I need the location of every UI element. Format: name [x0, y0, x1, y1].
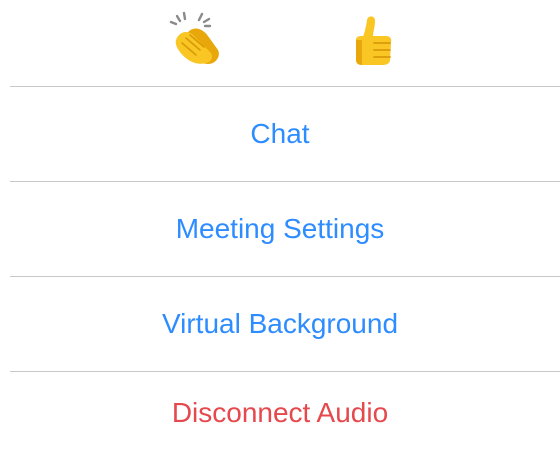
reaction-row [0, 0, 560, 86]
meeting-settings-button[interactable]: Meeting Settings [0, 182, 560, 276]
clapping-hands-icon [169, 11, 219, 64]
virtual-background-button[interactable]: Virtual Background [0, 277, 560, 371]
disconnect-audio-label: Disconnect Audio [171, 397, 389, 428]
clap-reaction-button[interactable] [166, 10, 226, 70]
thumbs-up-icon [356, 16, 392, 65]
more-options-sheet: Chat Meeting Settings Virtual Background… [0, 0, 560, 454]
virtual-background-label: Virtual Background [161, 308, 399, 339]
chat-label: Chat [250, 118, 310, 149]
thumbs-up-reaction-button[interactable] [342, 10, 402, 70]
chat-button[interactable]: Chat [0, 87, 560, 181]
disconnect-audio-button[interactable]: Disconnect Audio [0, 372, 560, 454]
meeting-settings-label: Meeting Settings [175, 213, 385, 244]
